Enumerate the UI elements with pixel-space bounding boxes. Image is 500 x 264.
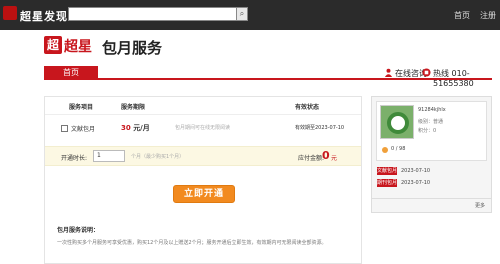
user-card: 91284kjhlx 级别：普通 积分：0 0 / 98 — [376, 101, 487, 161]
price-unit: 元/月 — [133, 124, 150, 132]
service-name: 文献包月 — [71, 126, 96, 133]
header-period: 服务期限 — [121, 104, 146, 111]
top-navbar: 超星发现 ⌕ 首页 注册 — [0, 0, 500, 30]
open-now-button[interactable]: 立即开通 — [173, 185, 235, 203]
header-service: 服务项目 — [69, 104, 94, 111]
score-icon — [382, 147, 388, 153]
price-number: 30 — [121, 124, 131, 132]
total-label: 应付金额: — [298, 155, 325, 162]
search-input[interactable] — [68, 7, 246, 21]
username[interactable]: 91284kjhlx — [418, 107, 446, 113]
table-row: 文献包月 30 元/月 包月期间可在线无限阅读 有效期至2023-07-10 — [45, 119, 361, 139]
user-level: 级别：普通 — [418, 119, 444, 125]
subscription-badge: 文献包月 — [377, 167, 398, 175]
header-status: 有效状态 — [295, 104, 320, 111]
search-button[interactable]: ⌕ — [236, 7, 248, 21]
user-side-panel: 91284kjhlx 级别：普通 积分：0 0 / 98 文献包月 2023-0… — [371, 96, 492, 199]
notes-text: 一次性购买多个月服务可享受优惠，购买12个月及以上赠送2个月；服务开通后立即生效… — [57, 240, 327, 246]
nav-register-link[interactable]: 注册 — [480, 10, 496, 21]
badge-date: 2023-07-10 — [401, 180, 431, 186]
hotline-text: 热线 010-51655380 — [433, 69, 474, 88]
notes-title: 包月服务说明： — [57, 227, 100, 234]
subscription-badge: 期刊包月 — [377, 179, 398, 187]
service-checkbox[interactable] — [61, 125, 68, 132]
duration-label: 开通时长: — [61, 155, 88, 162]
user-icon — [384, 68, 393, 77]
duration-input[interactable]: 1 — [93, 150, 125, 162]
duration-hint: 个月（最少购买1个月） — [131, 154, 185, 160]
subscription-panel: 服务项目 服务期限 有效状态 文献包月 30 元/月 包月期间可在线无限阅读 有… — [44, 96, 362, 264]
badge-date: 2023-07-10 — [401, 168, 431, 174]
subscription-badge-row: 文献包月 2023-07-10 — [377, 167, 488, 176]
validity-text: 有效期至2023-07-10 — [295, 125, 345, 131]
more-link[interactable]: 更多 — [475, 202, 485, 209]
avatar[interactable] — [380, 105, 414, 139]
score-text: 0 / 98 — [391, 146, 406, 152]
chaoxing-logo-icon[interactable] — [3, 6, 17, 20]
table-header: 服务项目 服务期限 有效状态 — [45, 97, 361, 115]
site-logo-text[interactable]: 超星发现 — [20, 8, 68, 24]
side-panel-footer: 更多 — [371, 199, 492, 213]
total-amount: 0 — [322, 149, 330, 162]
user-points: 积分：0 — [418, 128, 437, 134]
tab-home[interactable]: 首页 — [44, 66, 98, 80]
brand-logo-text[interactable]: 超星 — [64, 36, 92, 56]
nav-home-link[interactable]: 首页 — [454, 10, 470, 21]
total-unit: 元 — [331, 155, 338, 162]
subscription-badge-row: 期刊包月 2023-07-10 — [377, 179, 488, 188]
page-title: 包月服务 — [102, 39, 163, 57]
tab-bar: 首页 在线咨询 热线 010-51655380 — [44, 66, 492, 88]
purchase-bar: 开通时长: 1 个月（最少购买1个月） 应付金额: 0 元 — [45, 146, 361, 166]
phone-icon — [422, 68, 431, 77]
service-note: 包月期间可在线无限阅读 — [175, 125, 231, 131]
service-price: 30 元/月 — [121, 123, 150, 133]
avatar-image — [387, 112, 409, 134]
brand-logo-icon[interactable]: 超 — [44, 36, 62, 54]
